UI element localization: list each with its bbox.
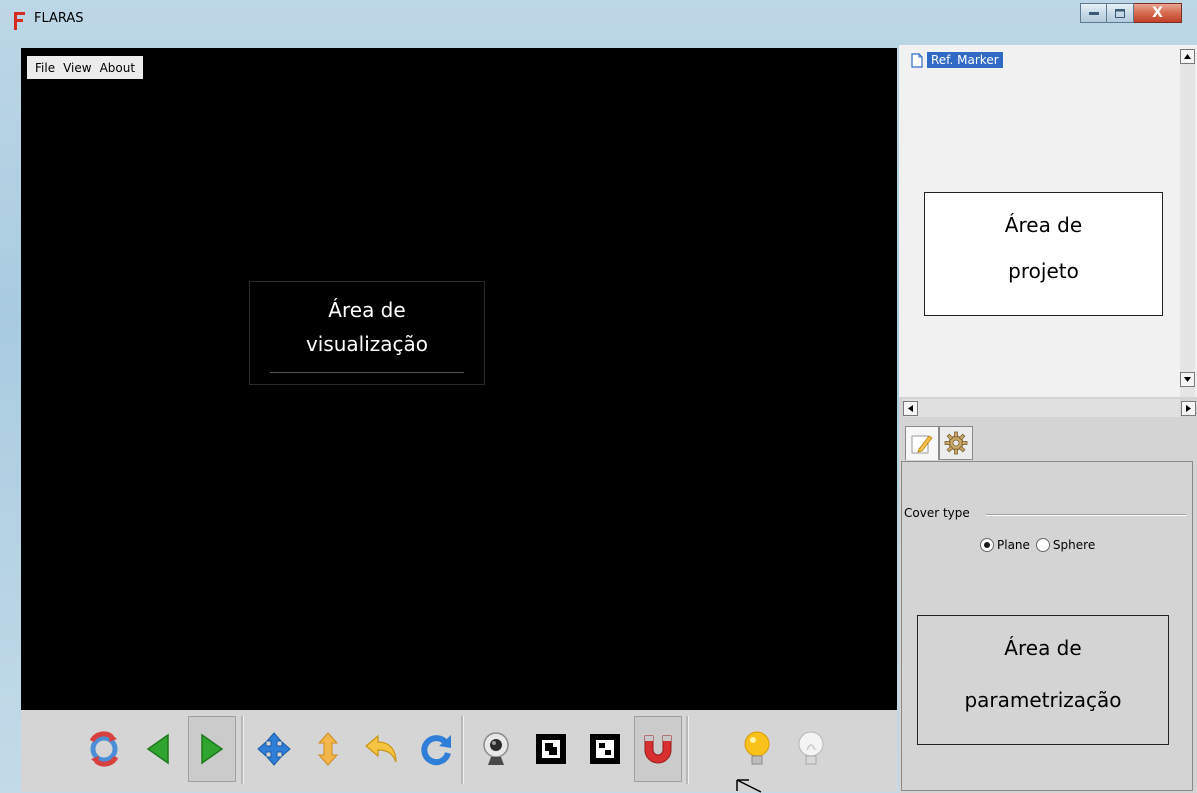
toolbar-separator [241, 716, 244, 784]
app-window: FLARAS X File View About Área de visuali… [0, 0, 1197, 793]
group-border [986, 514, 1186, 516]
move-button[interactable] [250, 716, 298, 782]
undo-icon [365, 734, 397, 763]
toolbar-separator [686, 716, 689, 784]
move-icon [257, 732, 291, 766]
minimize-button[interactable] [1080, 3, 1107, 23]
webcam-icon [483, 732, 509, 765]
visualization-area[interactable]: File View About Área de visualização [21, 48, 897, 710]
light-on-button[interactable] [733, 716, 781, 782]
maximize-button[interactable] [1107, 3, 1134, 23]
window-title: FLARAS [34, 11, 84, 26]
scroll-up-button[interactable] [1180, 49, 1195, 64]
tree-item-label: Ref. Marker [927, 52, 1003, 68]
annotation-divider [270, 372, 464, 373]
arrow-up-icon [1184, 54, 1191, 59]
plane-radio-label[interactable]: Plane [997, 538, 1030, 552]
scroll-down-button[interactable] [1180, 372, 1195, 387]
sphere-radio-label[interactable]: Sphere [1053, 538, 1095, 552]
menu-about[interactable]: About [100, 61, 135, 75]
toolbar [21, 710, 897, 792]
light-off-icon [798, 731, 824, 765]
project-annotation-line2: projeto [1008, 259, 1079, 283]
arrow-right-icon [1186, 405, 1191, 412]
menu-view[interactable]: View [63, 61, 91, 75]
visualization-annotation-line2: visualização [305, 332, 429, 356]
marker-icon [536, 734, 566, 764]
arrow-down-icon [1184, 377, 1191, 382]
marker-button[interactable] [527, 716, 575, 782]
menu-file[interactable]: File [35, 61, 55, 75]
plane-radio[interactable] [980, 538, 994, 552]
scroll-right-button[interactable] [1181, 401, 1196, 416]
maximize-icon [1115, 8, 1125, 18]
arrow-left-icon [908, 405, 913, 412]
visualization-annotation-line1: Área de [328, 298, 406, 322]
close-button[interactable]: X [1134, 3, 1182, 23]
project-annotation: Área de projeto [924, 192, 1163, 316]
right-panel: Ref. Marker Área de projeto Cover type P… [899, 45, 1197, 793]
magnet-icon [644, 735, 672, 764]
magnet-button[interactable] [634, 716, 682, 782]
light-off-button[interactable] [787, 716, 835, 782]
title-bar: FLARAS X [0, 0, 1197, 40]
cursor-arrow-icon [736, 779, 762, 793]
window-controls: X [1080, 3, 1182, 24]
tree-item-ref-marker[interactable]: Ref. Marker [911, 51, 1003, 69]
app-logo-icon [14, 12, 25, 30]
next-icon [201, 733, 224, 765]
parameter-annotation: Área de parametrização [917, 615, 1169, 745]
close-icon: X [1152, 5, 1163, 21]
visualization-annotation: Área de visualização [249, 281, 485, 385]
light-on-icon [744, 731, 770, 765]
cover-type-label: Cover type [904, 506, 973, 520]
vertical-move-icon [317, 732, 339, 766]
redo-icon [421, 735, 451, 766]
marker2-button[interactable] [581, 716, 629, 782]
minimize-icon [1088, 12, 1099, 15]
parameter-annotation-line2: parametrização [964, 688, 1122, 712]
scroll-left-button[interactable] [903, 401, 918, 416]
vertical-move-button[interactable] [304, 716, 352, 782]
cover-type-options: Plane Sphere [980, 538, 1095, 552]
tree-horizontal-scrollbar[interactable] [903, 399, 1196, 417]
gear-icon [944, 431, 968, 455]
menu-bar: File View About [27, 56, 144, 79]
parameter-tabs [905, 426, 973, 462]
parameter-annotation-line1: Área de [1004, 636, 1082, 660]
tree-vertical-scrollbar[interactable] [1180, 49, 1195, 397]
reset-icon [89, 731, 119, 767]
tab-edit[interactable] [905, 426, 939, 460]
marker2-icon [590, 734, 620, 764]
previous-icon [146, 733, 169, 765]
toolbar-separator [461, 716, 464, 784]
webcam-button[interactable] [472, 716, 520, 782]
undo-button[interactable] [358, 716, 406, 782]
radio-selected-dot [984, 542, 990, 548]
edit-icon [911, 434, 933, 453]
project-tree[interactable]: Ref. Marker Área de projeto [899, 45, 1197, 397]
previous-button[interactable] [134, 716, 182, 782]
document-icon [911, 52, 923, 68]
tab-settings[interactable] [939, 426, 973, 460]
redo-button[interactable] [412, 716, 460, 782]
sphere-radio[interactable] [1035, 538, 1050, 552]
next-button[interactable] [188, 716, 236, 782]
reset-button[interactable] [80, 716, 128, 782]
project-annotation-line1: Área de [1004, 213, 1083, 237]
